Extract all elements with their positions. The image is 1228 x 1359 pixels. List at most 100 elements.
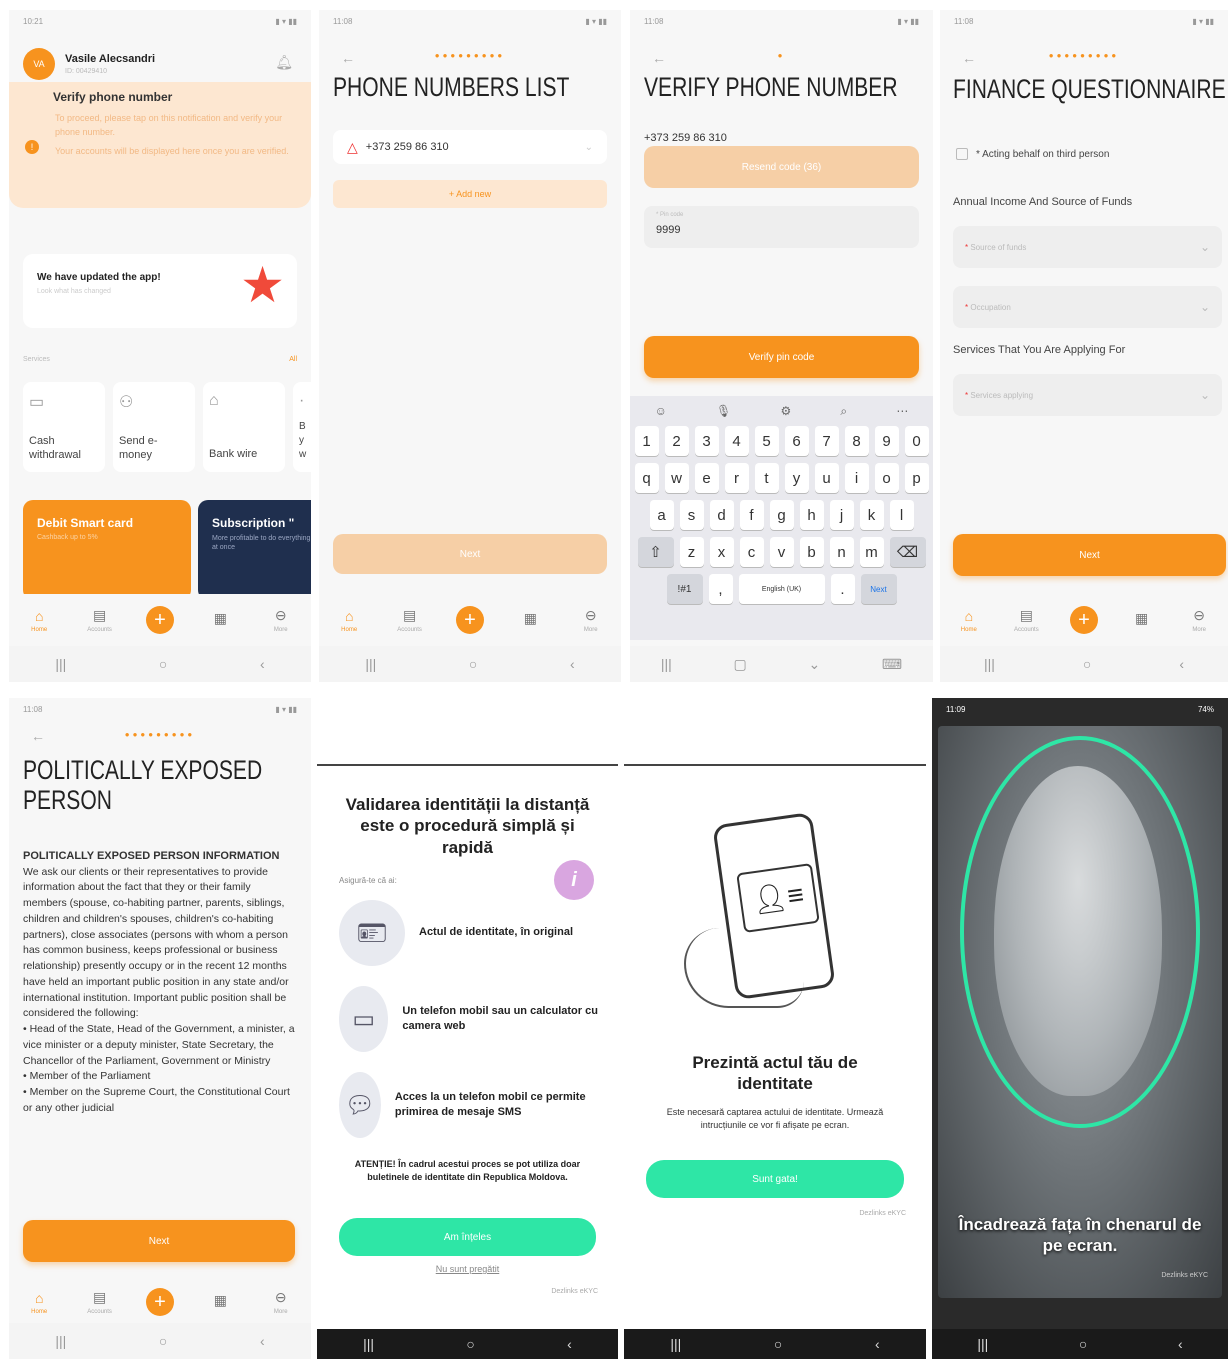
- home-circle-icon[interactable]: ○: [159, 1333, 167, 1349]
- key-letter[interactable]: w: [664, 463, 689, 493]
- key-letter[interactable]: h: [799, 500, 824, 530]
- symbols-key[interactable]: !#1: [666, 574, 703, 604]
- add-new-button[interactable]: + Add new: [333, 180, 607, 208]
- key-letter[interactable]: o: [874, 463, 899, 493]
- keyboard-icon[interactable]: ⌨: [882, 656, 902, 673]
- debit-card-promo[interactable]: Debit Smart card Cashback up to 5%: [23, 500, 191, 600]
- recents-icon[interactable]: |||: [670, 1336, 681, 1352]
- tab-home[interactable]: ⌂ Home: [329, 608, 369, 633]
- key-number[interactable]: 5: [754, 426, 779, 456]
- tab-more[interactable]: ⊖ More: [1179, 607, 1219, 633]
- settings-icon[interactable]: ⚙: [780, 404, 791, 419]
- home-circle-icon[interactable]: ○: [774, 1336, 782, 1352]
- key-letter[interactable]: b: [799, 537, 824, 567]
- period-key[interactable]: .: [830, 574, 855, 604]
- verify-pin-button[interactable]: Verify pin code: [644, 336, 919, 378]
- key-number[interactable]: 4: [724, 426, 749, 456]
- key-letter[interactable]: v: [769, 537, 794, 567]
- next-button[interactable]: Next: [953, 534, 1226, 576]
- key-letter[interactable]: u: [814, 463, 839, 493]
- comma-key[interactable]: ,: [708, 574, 733, 604]
- phone-number-row[interactable]: △ +373 259 86 310 ⌄: [333, 130, 607, 164]
- update-banner[interactable]: We have updated the app! Look what has c…: [23, 254, 297, 328]
- bell-icon[interactable]: 🔔︎: [275, 54, 293, 71]
- pep-content[interactable]: POLITICALLY EXPOSED PERSON INFORMATION W…: [23, 848, 295, 1202]
- recents-icon[interactable]: |||: [55, 656, 66, 672]
- recents-icon[interactable]: |||: [984, 656, 995, 672]
- pin-code-field[interactable]: * Pin code 9999: [644, 206, 919, 248]
- tab-add[interactable]: +: [140, 606, 180, 634]
- tab-more[interactable]: ⊖ More: [571, 607, 611, 633]
- tab-home[interactable]: ⌂ Home: [949, 608, 989, 633]
- next-button[interactable]: Next: [333, 534, 607, 574]
- service-partial[interactable]: · B y w: [293, 382, 311, 472]
- shift-key[interactable]: ⇧: [637, 537, 674, 567]
- tab-reports[interactable]: ▦: [1122, 610, 1162, 630]
- ready-button[interactable]: Sunt gata!: [646, 1160, 904, 1198]
- home-square-icon[interactable]: ▢: [734, 656, 747, 673]
- avatar[interactable]: VA: [23, 48, 55, 80]
- key-letter[interactable]: e: [694, 463, 719, 493]
- key-letter[interactable]: c: [739, 537, 764, 567]
- recents-icon[interactable]: |||: [55, 1333, 66, 1349]
- hide-keyboard-icon[interactable]: ⌄: [808, 656, 820, 673]
- home-circle-icon[interactable]: ○: [1083, 656, 1091, 672]
- tab-more[interactable]: ⊖ More: [261, 1289, 301, 1315]
- back-nav-icon[interactable]: ‹: [260, 1333, 265, 1349]
- key-number[interactable]: 8: [844, 426, 869, 456]
- home-circle-icon[interactable]: ○: [466, 1336, 474, 1352]
- resend-code-button[interactable]: Resend code (36): [644, 146, 919, 188]
- home-circle-icon[interactable]: ○: [159, 656, 167, 672]
- service-cash-withdrawal[interactable]: ▭ Cash withdrawal: [23, 382, 105, 472]
- tab-home[interactable]: ⌂ Home: [19, 1290, 59, 1315]
- source-of-funds-select[interactable]: * Source of funds ⌄: [953, 226, 1222, 268]
- key-number[interactable]: 9: [874, 426, 899, 456]
- tab-accounts[interactable]: ▤ Accounts: [1006, 607, 1046, 633]
- service-bank-wire[interactable]: ⌂ Bank wire: [203, 382, 285, 472]
- tab-accounts[interactable]: ▤ Accounts: [80, 1289, 120, 1315]
- back-nav-icon[interactable]: ‹: [875, 1336, 880, 1352]
- key-letter[interactable]: q: [634, 463, 659, 493]
- key-letter[interactable]: g: [769, 500, 794, 530]
- emoji-icon[interactable]: ☺: [655, 404, 667, 419]
- occupation-select[interactable]: * Occupation ⌄: [953, 286, 1222, 328]
- tab-reports[interactable]: ▦: [200, 610, 240, 630]
- key-letter[interactable]: a: [649, 500, 674, 530]
- recents-icon[interactable]: |||: [661, 656, 672, 672]
- key-letter[interactable]: f: [739, 500, 764, 530]
- key-letter[interactable]: n: [829, 537, 854, 567]
- home-circle-icon[interactable]: ○: [469, 656, 477, 672]
- understood-button[interactable]: Am înțeles: [339, 1218, 596, 1256]
- tab-home[interactable]: ⌂ Home: [19, 608, 59, 633]
- key-number[interactable]: 2: [664, 426, 689, 456]
- back-nav-icon[interactable]: ‹: [1178, 1336, 1183, 1352]
- back-nav-icon[interactable]: ‹: [570, 656, 575, 672]
- user-header[interactable]: VA Vasile Alecsandri ID: 00429410: [23, 48, 155, 80]
- tab-add[interactable]: +: [450, 606, 490, 634]
- service-send-emoney[interactable]: ⚇ Send e-money: [113, 382, 195, 472]
- search-icon[interactable]: ⌕: [840, 404, 847, 419]
- back-nav-icon[interactable]: ‹: [567, 1336, 572, 1352]
- key-number[interactable]: 6: [784, 426, 809, 456]
- tab-reports[interactable]: ▦: [510, 610, 550, 630]
- key-letter[interactable]: s: [679, 500, 704, 530]
- space-key[interactable]: English (UK): [738, 574, 825, 604]
- mic-icon[interactable]: 🎙︎: [716, 404, 731, 419]
- tab-reports[interactable]: ▦: [200, 1292, 240, 1312]
- key-letter[interactable]: i: [844, 463, 869, 493]
- home-circle-icon[interactable]: ○: [1079, 1336, 1087, 1352]
- next-key[interactable]: Next: [860, 574, 897, 604]
- key-letter[interactable]: t: [754, 463, 779, 493]
- tab-accounts[interactable]: ▤ Accounts: [390, 607, 430, 633]
- not-ready-link[interactable]: Nu sunt pregătit: [317, 1264, 618, 1274]
- backspace-key[interactable]: ⌫: [889, 537, 926, 567]
- key-letter[interactable]: y: [784, 463, 809, 493]
- back-nav-icon[interactable]: ‹: [1179, 656, 1184, 672]
- key-letter[interactable]: l: [889, 500, 914, 530]
- recents-icon[interactable]: |||: [365, 656, 376, 672]
- more-dots-icon[interactable]: ⋯: [896, 404, 908, 419]
- tab-add[interactable]: +: [1064, 606, 1104, 634]
- key-number[interactable]: 3: [694, 426, 719, 456]
- key-letter[interactable]: d: [709, 500, 734, 530]
- tab-accounts[interactable]: ▤ Accounts: [80, 607, 120, 633]
